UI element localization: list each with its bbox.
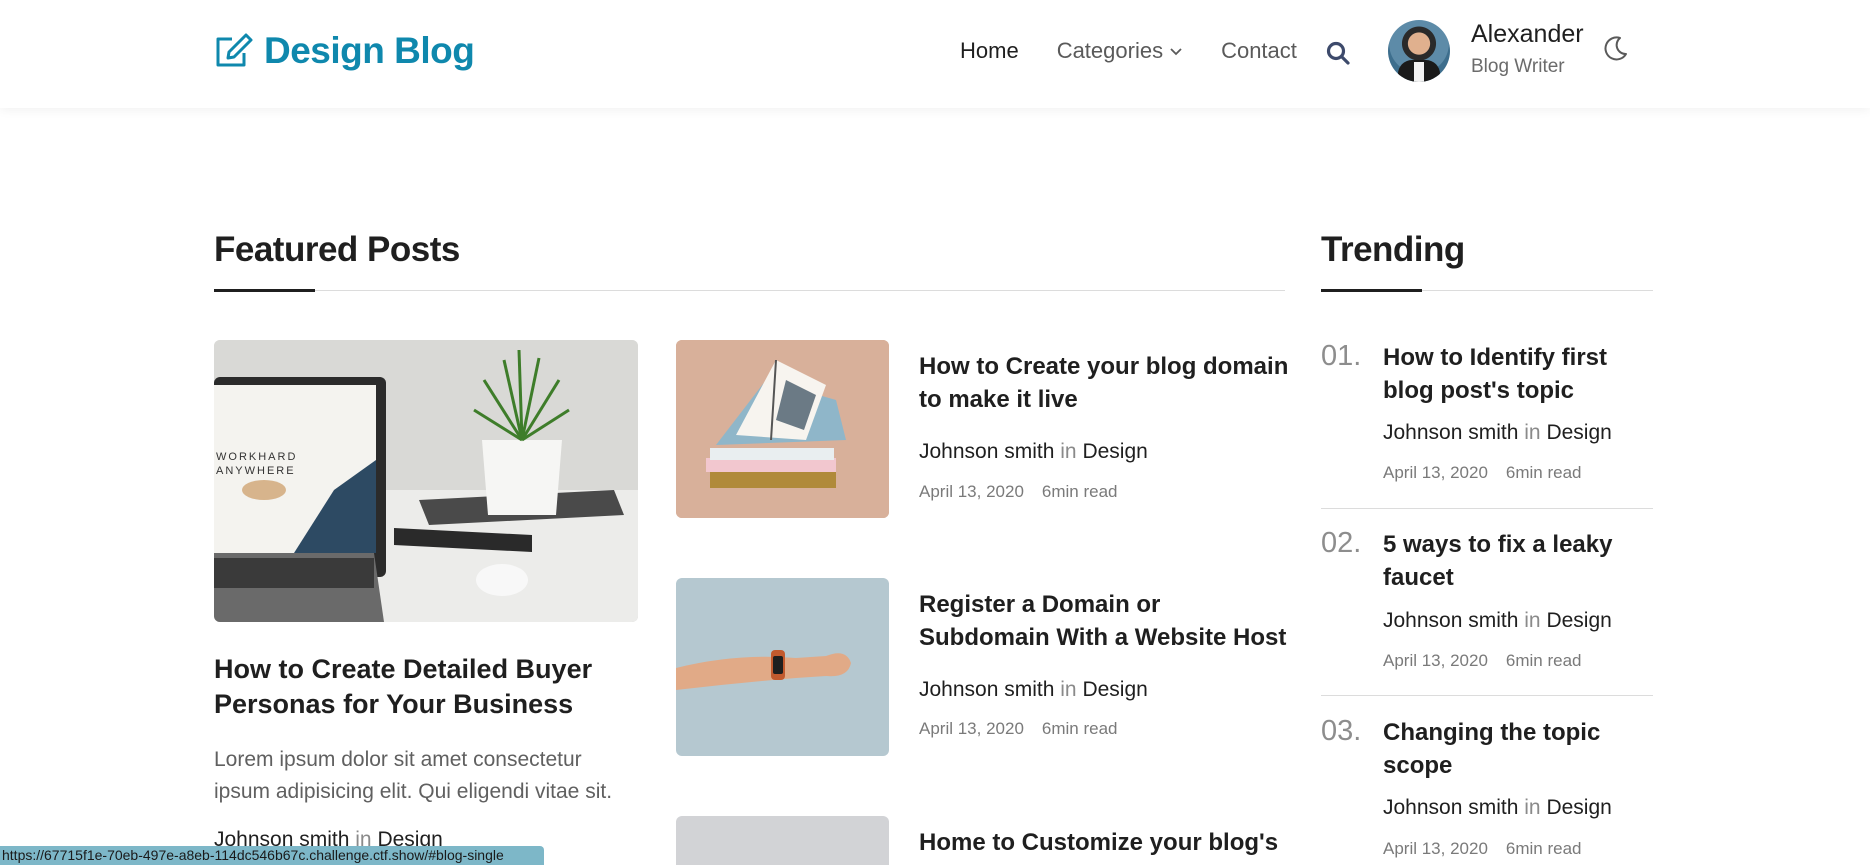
main-post-excerpt: Lorem ipsum dolor sit amet consectetur i… bbox=[214, 748, 613, 803]
trending-number: 01. bbox=[1321, 340, 1362, 372]
trending-post-title[interactable]: 5 ways to fix a leaky faucet bbox=[1383, 528, 1663, 594]
user-role: Blog Writer bbox=[1471, 56, 1565, 77]
author-link[interactable]: Johnson smith bbox=[1383, 421, 1518, 444]
trending-post-title[interactable]: Changing the topic scope bbox=[1383, 716, 1663, 782]
post-date-line: April 13, 2020 6min read bbox=[919, 482, 1118, 502]
trending-post-meta: Johnson smith in Design bbox=[1383, 421, 1612, 445]
trending-post-meta: Johnson smith in Design bbox=[1383, 796, 1612, 820]
post-date: April 13, 2020 bbox=[1383, 651, 1488, 670]
author-link[interactable]: Johnson smith bbox=[1383, 609, 1518, 632]
category-link[interactable]: Design bbox=[1082, 440, 1147, 463]
read-time: 6min read bbox=[1505, 463, 1582, 482]
nav-categories[interactable]: Categories bbox=[1057, 38, 1183, 64]
avatar[interactable] bbox=[1388, 20, 1450, 82]
post-date-line: April 13, 2020 6min read bbox=[919, 719, 1118, 739]
chevron-down-icon bbox=[1170, 48, 1182, 56]
nav-contact[interactable]: Contact bbox=[1221, 38, 1297, 64]
post-date: April 13, 2020 bbox=[1383, 839, 1488, 858]
search-icon[interactable] bbox=[1325, 40, 1351, 66]
author-link[interactable]: Johnson smith bbox=[919, 678, 1054, 701]
author-link[interactable]: Johnson smith bbox=[919, 440, 1054, 463]
post-date: April 13, 2020 bbox=[1383, 463, 1488, 482]
post-date: April 13, 2020 bbox=[919, 719, 1024, 738]
read-time: 6min read bbox=[1041, 482, 1118, 501]
trending-date-line: April 13, 2020 6min read bbox=[1383, 651, 1582, 671]
trending-separator bbox=[1321, 695, 1653, 696]
nav-contact-label: Contact bbox=[1221, 38, 1297, 63]
trending-post-meta: Johnson smith in Design bbox=[1383, 609, 1612, 633]
edit-icon bbox=[216, 33, 253, 67]
main-post-image[interactable]: WORKHARD ANYWHERE bbox=[214, 340, 638, 622]
logo-text: Design Blog bbox=[264, 30, 475, 71]
post-date: April 13, 2020 bbox=[919, 482, 1024, 501]
trending-number: 03. bbox=[1321, 715, 1362, 747]
featured-accent bbox=[214, 289, 315, 292]
site-logo[interactable]: Design Blog bbox=[214, 30, 475, 72]
featured-title: Featured Posts bbox=[214, 230, 460, 269]
read-time: 6min read bbox=[1505, 839, 1582, 858]
read-time: 6min read bbox=[1505, 651, 1582, 670]
post-title[interactable]: Register a Domain or Subdomain With a We… bbox=[919, 588, 1289, 654]
post-meta: Johnson smith in Design bbox=[919, 440, 1148, 464]
trending-post-title[interactable]: How to Identify first blog post's topic bbox=[1383, 341, 1663, 407]
category-link[interactable]: Design bbox=[1546, 609, 1611, 632]
site-header: Design Blog Home Categories Contact Alex… bbox=[0, 0, 1870, 108]
main-post-image-text: WORKHARD ANYWHERE bbox=[216, 451, 298, 477]
status-bar-url: https://67715f1e-70eb-497e-a8eb-114dc546… bbox=[0, 846, 544, 865]
trending-title: Trending bbox=[1321, 230, 1465, 269]
trending-separator bbox=[1321, 508, 1653, 509]
category-link[interactable]: Design bbox=[1546, 796, 1611, 819]
post-image[interactable] bbox=[676, 578, 889, 756]
meta-in: in bbox=[1524, 796, 1541, 819]
meta-in: in bbox=[1524, 421, 1541, 444]
post-image[interactable] bbox=[676, 340, 889, 518]
post-title[interactable]: How to Create your blog domain to make i… bbox=[919, 350, 1289, 416]
nav-home[interactable]: Home bbox=[960, 38, 1019, 64]
category-link[interactable]: Design bbox=[1082, 678, 1147, 701]
post-image[interactable] bbox=[676, 816, 889, 865]
author-link[interactable]: Johnson smith bbox=[1383, 796, 1518, 819]
meta-in: in bbox=[1060, 678, 1077, 701]
user-name[interactable]: Alexander bbox=[1471, 20, 1584, 49]
trending-accent bbox=[1321, 289, 1422, 292]
meta-in: in bbox=[1060, 440, 1077, 463]
nav-home-label: Home bbox=[960, 38, 1019, 63]
read-time: 6min read bbox=[1041, 719, 1118, 738]
trending-number: 02. bbox=[1321, 527, 1362, 559]
post-title[interactable]: Home to Customize your blog's bbox=[919, 826, 1289, 859]
post-meta: Johnson smith in Design bbox=[919, 678, 1148, 702]
moon-icon[interactable] bbox=[1600, 34, 1630, 64]
main-post-title[interactable]: How to Create Detailed Buyer Personas fo… bbox=[214, 652, 638, 722]
trending-date-line: April 13, 2020 6min read bbox=[1383, 839, 1582, 859]
nav-categories-label: Categories bbox=[1056, 38, 1164, 63]
meta-in: in bbox=[1524, 609, 1541, 632]
category-link[interactable]: Design bbox=[1546, 421, 1611, 444]
featured-divider bbox=[214, 290, 1285, 291]
main-nav: Home Categories Contact bbox=[960, 38, 1335, 64]
trending-date-line: April 13, 2020 6min read bbox=[1383, 463, 1582, 483]
